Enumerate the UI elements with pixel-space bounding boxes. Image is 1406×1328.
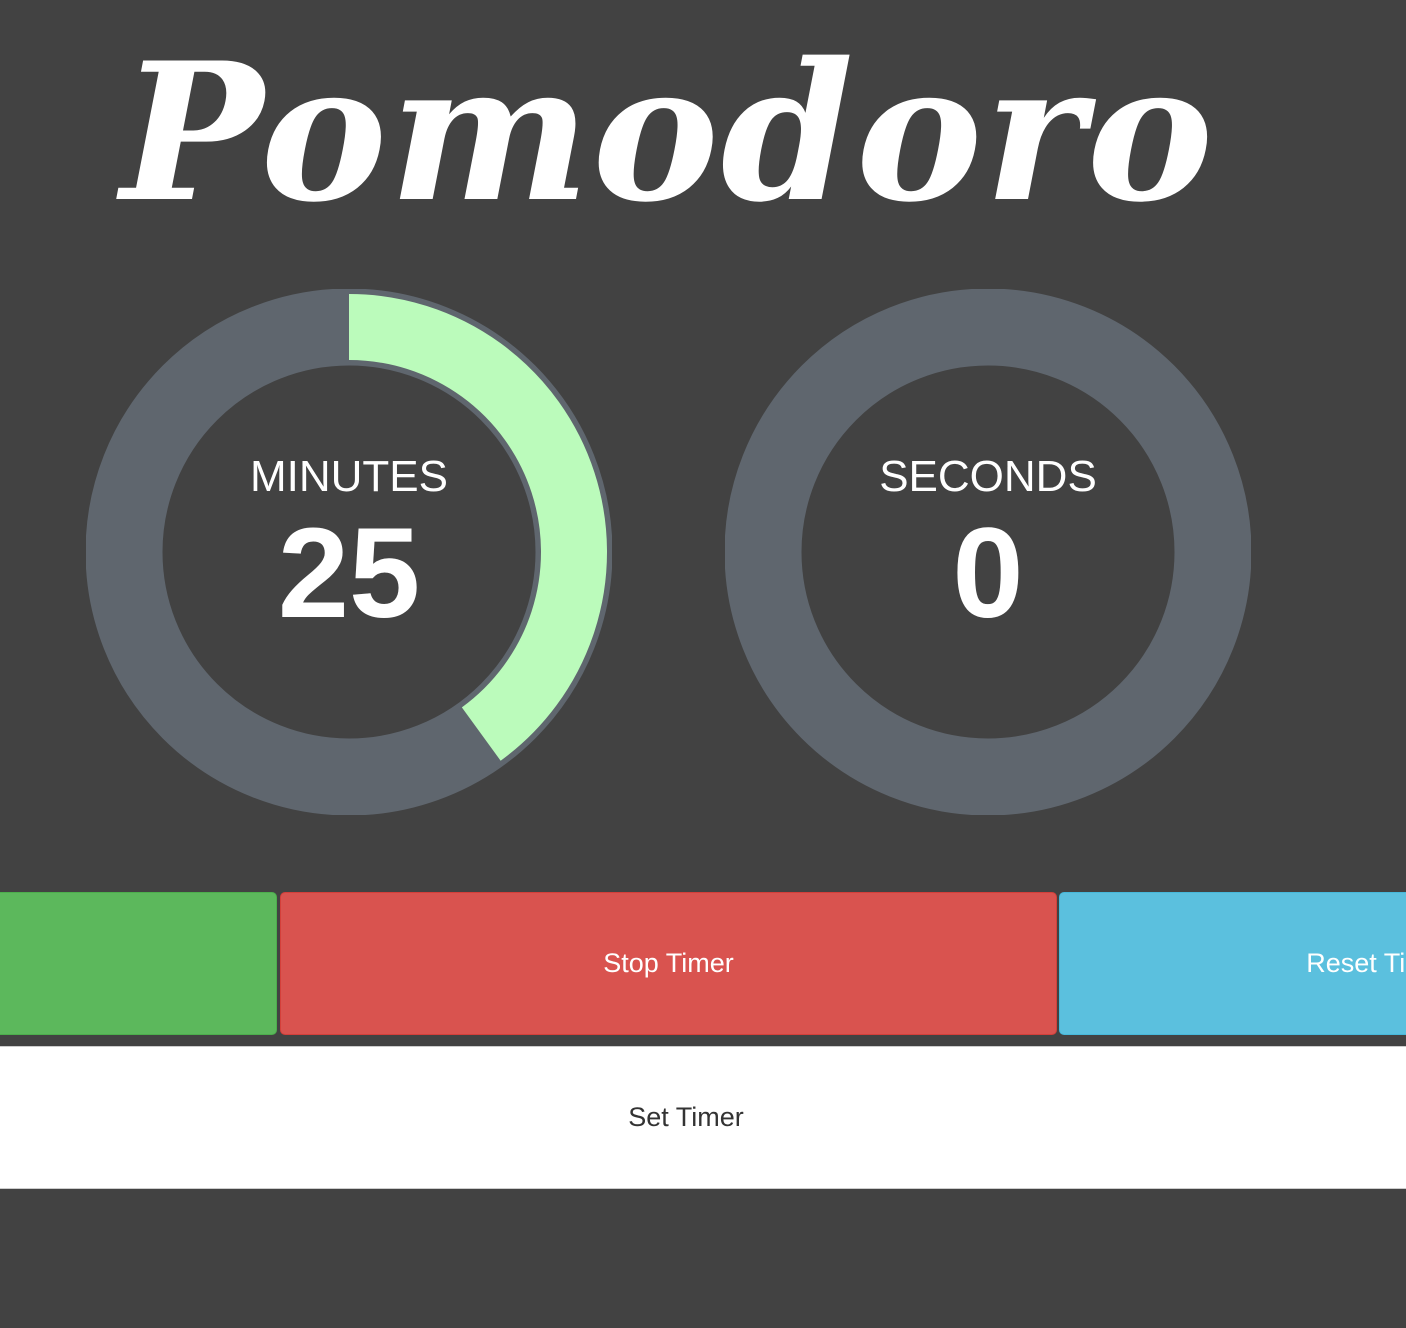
minutes-value: 25 <box>277 502 421 645</box>
set-timer-button[interactable]: Set Timer <box>0 1046 1406 1189</box>
stop-timer-button[interactable]: Stop Timer <box>280 892 1057 1035</box>
stop-timer-label: Stop Timer <box>603 948 734 978</box>
seconds-label: SECONDS <box>879 452 1097 501</box>
seconds-dial: SECONDS 0 <box>725 289 1251 815</box>
app-title: Pomodoro <box>120 21 1216 244</box>
reset-timer-button[interactable]: Reset Timer <box>1059 892 1406 1035</box>
minutes-dial: MINUTES 25 <box>86 289 612 815</box>
set-timer-label: Set Timer <box>628 1102 744 1132</box>
start-timer-button[interactable] <box>0 892 277 1035</box>
minutes-label: MINUTES <box>250 452 448 501</box>
seconds-value: 0 <box>952 502 1024 645</box>
pomodoro-page: Pomodoro MINUTES 25 SECONDS 0 Stop Timer… <box>0 0 1406 1328</box>
reset-timer-label: Reset Timer <box>1306 948 1406 978</box>
